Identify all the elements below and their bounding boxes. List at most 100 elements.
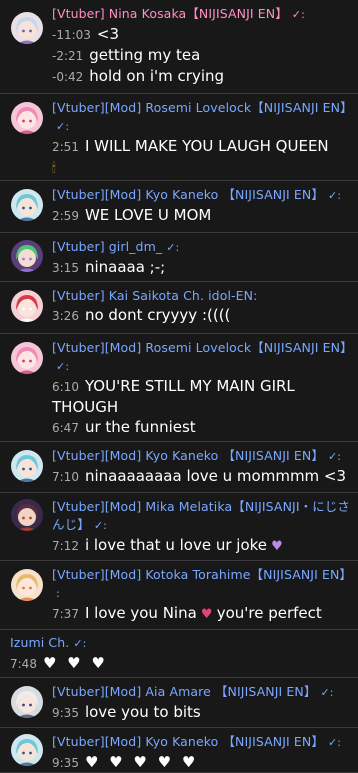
author-name[interactable]: [Vtuber][Mod] Kyo Kaneko 【NIJISANJI EN】 ✓… xyxy=(52,733,354,752)
timestamp[interactable]: -2:21 xyxy=(52,46,83,66)
white-heart-icons: ♥ ♥ ♥ xyxy=(42,654,108,672)
verified-check-icon: ✓: xyxy=(327,450,342,463)
message-text: I love you Nina xyxy=(84,604,197,622)
message-line: 6:10 YOU'RE STILL MY MAIN GIRL THOUGH xyxy=(52,376,354,417)
message-text: I WILL MAKE YOU LAUGH QUEEN xyxy=(84,137,329,155)
message-text: i love that u love ur joke xyxy=(84,536,267,554)
sparkling-heart-icon: ♥ xyxy=(196,607,217,622)
message-line: 9:35 love you to bits xyxy=(52,702,354,723)
message-line: 7:48 ♥ ♥ ♥ xyxy=(10,653,354,674)
verified-check-icon: ✓: xyxy=(320,686,334,699)
author-name[interactable]: [Vtuber][Mod] Kyo Kaneko 【NIJISANJI EN】 ✓… xyxy=(52,186,354,205)
timestamp[interactable]: 3:15 xyxy=(52,258,79,278)
timestamp[interactable]: -11:03 xyxy=(52,25,91,45)
timestamp[interactable]: 7:12 xyxy=(52,536,79,556)
message-text: love you to bits xyxy=(84,703,201,721)
message-line: 3:15 ninaaaa ;-; xyxy=(52,257,354,278)
chat-message: [Vtuber][Mod] Rosemi Lovelock【NIJISANJI … xyxy=(0,334,358,442)
chat-message: Izumi Ch. ✓: 7:48 ♥ ♥ ♥ xyxy=(0,630,358,678)
candle-emoji-icon: 🕯 xyxy=(52,161,56,176)
message-line: 2:51 I WILL MAKE YOU LAUGH QUEEN xyxy=(52,136,354,157)
author-label[interactable]: [Vtuber] Kai Saikota Ch. idol-EN: xyxy=(52,288,257,303)
author-name[interactable]: [Vtuber][Mod] Aia Amare 【NIJISANJI EN】 ✓: xyxy=(52,683,354,702)
message-line: -11:03 <3 xyxy=(52,24,354,45)
message-line: 🕯 xyxy=(52,157,354,179)
chat-message: [Vtuber] girl_dm_ ✓: 3:15 ninaaaa ;-; xyxy=(0,233,358,282)
author-label[interactable]: [Vtuber][Mod] Kotoka Torahime【NIJISANJI … xyxy=(52,567,352,582)
message-line: 7:37 I love you Nina ♥ you're perfect xyxy=(52,603,354,625)
kyo-avatar[interactable] xyxy=(11,450,43,482)
message-line: -2:21 getting my tea xyxy=(52,45,354,66)
timestamp[interactable]: 7:48 xyxy=(10,654,37,674)
timestamp[interactable]: 3:26 xyxy=(52,306,79,326)
verified-check-icon: ✓: xyxy=(56,360,70,373)
author-label[interactable]: [Vtuber][Mod] Rosemi Lovelock【NIJISANJI … xyxy=(52,100,353,115)
timestamp[interactable]: 2:51 xyxy=(52,137,79,157)
timestamp[interactable]: 2:59 xyxy=(52,206,79,226)
chat-message: [Vtuber][Mod] Aia Amare 【NIJISANJI EN】 ✓:… xyxy=(0,678,358,728)
verified-check-icon: ✓: xyxy=(327,736,342,749)
message-line: 9:35 ♥ ♥ ♥ ♥ ♥ xyxy=(52,752,354,773)
author-label[interactable]: [Vtuber] Nina Kosaka【NIJISANJI EN】 xyxy=(52,6,288,21)
message-line: 7:12 i love that u love ur joke ♥ xyxy=(52,535,354,557)
author-name[interactable]: [Vtuber][Mod] Rosemi Lovelock【NIJISANJI … xyxy=(52,339,354,376)
kyo-avatar[interactable] xyxy=(11,189,43,221)
message-text: hold on i'm crying xyxy=(89,67,225,85)
message-text: ninaaaa ;-; xyxy=(84,258,166,276)
message-line: 3:26 no dont cryyyy :(((( xyxy=(52,305,354,326)
timestamp[interactable]: 6:10 xyxy=(52,377,79,397)
message-text: ninaaaaaaaa love u mommmm <3 xyxy=(84,467,347,485)
author-name[interactable]: [Vtuber][Mod] Kyo Kaneko 【NIJISANJI EN】 ✓… xyxy=(52,447,354,466)
nina-avatar[interactable] xyxy=(11,12,43,44)
message-text: <3 xyxy=(96,25,120,43)
chat-message: [Vtuber][Mod] Kyo Kaneko 【NIJISANJI EN】 ✓… xyxy=(0,442,358,493)
aia-avatar[interactable] xyxy=(11,686,43,718)
kyo-avatar[interactable] xyxy=(11,734,43,766)
mika-avatar[interactable] xyxy=(11,499,43,531)
author-name[interactable]: [Vtuber] Nina Kosaka【NIJISANJI EN】 ✓: xyxy=(52,5,354,24)
message-line: 7:10 ninaaaaaaaa love u mommmm <3 xyxy=(52,466,354,487)
chat-message: [Vtuber] Kai Saikota Ch. idol-EN: 3:26 no … xyxy=(0,282,358,334)
author-name[interactable]: [Vtuber][Mod] Mika Melatika【NIJISANJI・にじ… xyxy=(52,498,354,535)
message-text: you're perfect xyxy=(216,604,322,622)
kai-avatar[interactable] xyxy=(11,290,43,322)
chat-message: [Vtuber][Mod] Kyo Kaneko 【NIJISANJI EN】 ✓… xyxy=(0,181,358,233)
verified-check-icon: ✓: xyxy=(73,637,87,650)
verified-check-icon: ✓: xyxy=(56,120,70,133)
author-label[interactable]: [Vtuber][Mod] Kyo Kaneko 【NIJISANJI EN】 xyxy=(52,187,324,202)
kotoka-avatar[interactable] xyxy=(11,569,43,601)
author-name[interactable]: Izumi Ch. ✓: xyxy=(10,634,354,653)
verified-check-icon: ✓: xyxy=(327,189,342,202)
author-name[interactable]: [Vtuber] Kai Saikota Ch. idol-EN: xyxy=(52,287,354,305)
verified-check-icon: ✓: xyxy=(93,519,107,532)
author-label[interactable]: [Vtuber][Mod] Kyo Kaneko 【NIJISANJI EN】 xyxy=(52,734,324,749)
rosemi-avatar[interactable] xyxy=(11,102,43,134)
message-text: ur the funniest xyxy=(84,418,196,436)
chat-message: [Vtuber][Mod] Mika Melatika【NIJISANJI・にじ… xyxy=(0,493,358,561)
verified-check-icon: ✓: xyxy=(166,241,180,254)
author-label[interactable]: [Vtuber][Mod] Aia Amare 【NIJISANJI EN】 xyxy=(52,684,316,699)
verified-check-icon: : xyxy=(56,587,60,600)
message-line: 6:47 ur the funniest xyxy=(52,417,354,438)
author-label[interactable]: [Vtuber] girl_dm_ xyxy=(52,239,162,254)
timestamp[interactable]: 9:35 xyxy=(52,753,79,773)
author-name[interactable]: [Vtuber][Mod] Kotoka Torahime【NIJISANJI … xyxy=(52,566,354,603)
timestamp[interactable]: 7:10 xyxy=(52,467,79,487)
timestamp[interactable]: -0:42 xyxy=(52,67,83,87)
author-label[interactable]: [Vtuber][Mod] Kyo Kaneko 【NIJISANJI EN】 xyxy=(52,448,324,463)
message-text: YOU'RE STILL MY MAIN GIRL THOUGH xyxy=(52,377,295,416)
verified-check-icon: ✓: xyxy=(291,8,305,21)
timestamp[interactable]: 9:35 xyxy=(52,703,79,723)
purple-heart-icon: ♥ xyxy=(267,539,283,554)
girl-dm-avatar[interactable] xyxy=(11,240,43,272)
white-heart-icons: ♥ ♥ ♥ ♥ ♥ xyxy=(84,753,199,771)
message-text: getting my tea xyxy=(89,46,201,64)
timestamp[interactable]: 6:47 xyxy=(52,418,79,438)
author-label[interactable]: Izumi Ch. xyxy=(10,635,69,650)
rosemi-avatar[interactable] xyxy=(11,342,43,374)
timestamp[interactable]: 7:37 xyxy=(52,604,79,624)
author-name[interactable]: [Vtuber] girl_dm_ ✓: xyxy=(52,238,354,257)
author-name[interactable]: [Vtuber][Mod] Rosemi Lovelock【NIJISANJI … xyxy=(52,99,354,136)
author-label[interactable]: [Vtuber][Mod] Rosemi Lovelock【NIJISANJI … xyxy=(52,340,353,355)
chat-log: [Vtuber] Nina Kosaka【NIJISANJI EN】 ✓: -11:… xyxy=(0,0,358,773)
